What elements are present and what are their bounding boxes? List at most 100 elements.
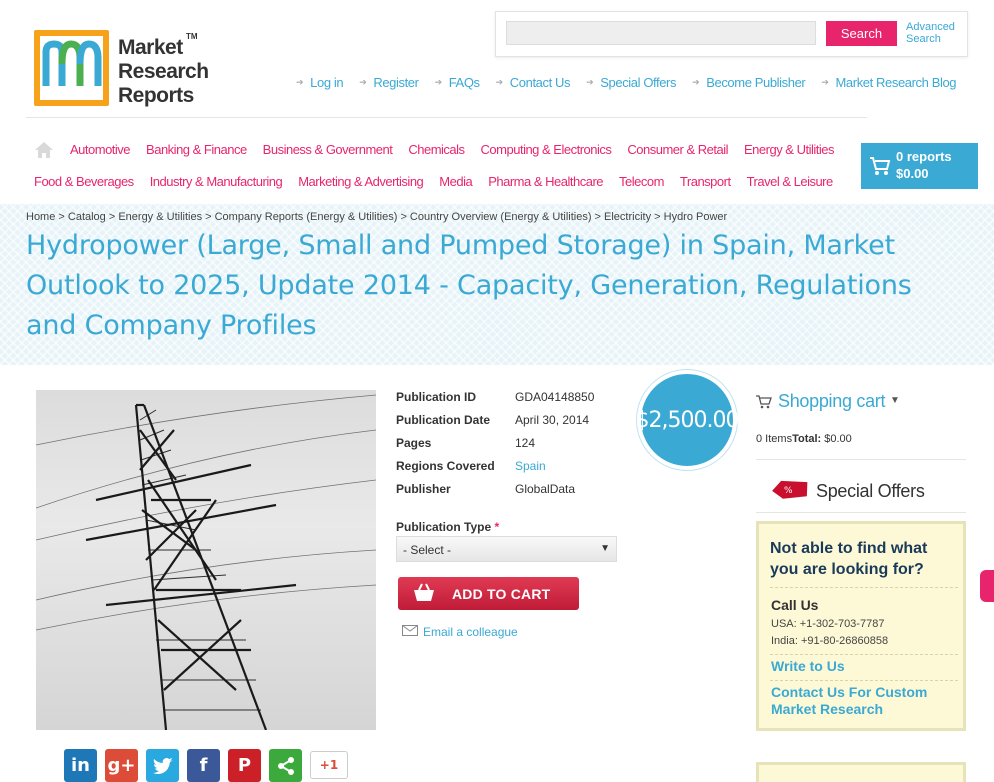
arrow-icon: ➔ (821, 77, 829, 87)
become-publisher-link[interactable]: ➔ Become Publisher (692, 75, 806, 90)
call-us-heading: Call Us (771, 597, 819, 613)
detail-label: Publisher (396, 482, 451, 496)
cart-icon (756, 395, 772, 414)
share-icon[interactable] (269, 749, 302, 782)
site-logo[interactable]: Market Research Reports TM (34, 30, 214, 110)
page-title: Hydropower (Large, Small and Pumped Stor… (26, 230, 912, 341)
sidebar-cart-summary: 0 ItemsTotal: $0.00 (756, 433, 852, 445)
arrow-icon: ➔ (495, 77, 504, 87)
header-cart-button[interactable]: 0 reports $0.00 (861, 143, 978, 189)
twitter-icon[interactable] (146, 749, 179, 782)
price-badge: $2,500.00 (636, 370, 739, 470)
category-food-beverages[interactable]: Food & Beverages (34, 174, 134, 189)
required-mark: * (494, 520, 500, 534)
category-nav-row-2: Food & Beverages Industry & Manufacturin… (34, 174, 849, 189)
category-computing-electronics[interactable]: Computing & Electronics (481, 142, 612, 157)
register-link[interactable]: ➔ Register (359, 75, 419, 90)
detail-value: 124 (515, 436, 536, 450)
arrow-icon: ➔ (586, 77, 594, 87)
logo-wordmark: Market Research Reports (118, 36, 209, 107)
custom-research-link[interactable]: Contact Us For Custom Market Research (771, 684, 961, 718)
google-plus-one-button[interactable]: +1 (310, 751, 348, 779)
sidebar-cart-title: Shopping cart (778, 391, 886, 411)
google-plus-icon[interactable]: g+ (105, 749, 138, 782)
detail-value: GlobalData (515, 482, 576, 496)
caret-down-icon: ▼ (600, 543, 610, 554)
add-to-cart-label: ADD TO CART (452, 586, 551, 602)
write-to-us-link[interactable]: Write to Us (771, 658, 845, 675)
category-media[interactable]: Media (439, 174, 472, 189)
category-travel-leisure[interactable]: Travel & Leisure (747, 174, 834, 189)
logo-m-glyph (40, 34, 102, 103)
category-chemicals[interactable]: Chemicals (408, 142, 465, 157)
special-offers-heading[interactable]: % Special Offers (770, 478, 925, 505)
logo-mark (34, 30, 109, 106)
chevron-down-icon: ▼ (890, 395, 900, 406)
logo-trademark: TM (186, 32, 198, 41)
detail-value: GDA04148850 (515, 390, 595, 404)
login-link[interactable]: ➔ Log in (296, 75, 344, 90)
phone-india: India: +91-80-26860858 (771, 635, 889, 647)
select-value: - Select - (403, 543, 452, 557)
price-tag-icon: % (770, 478, 812, 505)
category-energy-utilities[interactable]: Energy & Utilities (744, 142, 834, 157)
category-pharma-healthcare[interactable]: Pharma & Healthcare (488, 174, 603, 189)
cart-report-count: 0 reports (896, 149, 952, 164)
detail-label: Publication Date (396, 413, 491, 427)
search-panel: Search Advanced Search (495, 11, 968, 57)
publication-type-label: Publication Type * (396, 520, 500, 534)
category-automotive[interactable]: Automotive (70, 142, 131, 157)
blog-link[interactable]: ➔ Market Research Blog (821, 75, 956, 90)
category-transport[interactable]: Transport (680, 174, 731, 189)
detail-value: April 30, 2014 (515, 413, 590, 427)
cart-icon (869, 156, 891, 179)
sidebar-box (756, 762, 966, 782)
publication-type-select[interactable]: - Select - ▼ (396, 536, 617, 562)
arrow-icon: ➔ (434, 77, 443, 87)
basket-icon (412, 583, 436, 606)
home-icon[interactable] (34, 141, 54, 159)
detail-label: Pages (396, 436, 432, 450)
detail-label: Regions Covered (396, 459, 495, 473)
advanced-search-link[interactable]: Advanced Search (906, 21, 962, 45)
arrow-icon: ➔ (296, 77, 304, 87)
category-banking-finance[interactable]: Banking & Finance (146, 142, 247, 157)
arrow-icon: ➔ (359, 77, 367, 87)
email-colleague-link[interactable]: Email a colleague (402, 625, 518, 639)
region-link[interactable]: Spain (515, 459, 546, 473)
help-divider (770, 654, 958, 655)
category-consumer-retail[interactable]: Consumer & Retail (627, 142, 728, 157)
help-question: Not able to find what you are looking fo… (770, 540, 928, 578)
detail-label: Publication ID (396, 390, 477, 404)
svg-text:%: % (784, 486, 793, 496)
special-offers-link[interactable]: ➔ Special Offers (586, 75, 676, 90)
cart-total: $0.00 (896, 166, 929, 181)
category-telecom[interactable]: Telecom (619, 174, 664, 189)
phone-usa: USA: +1-302-703-7787 (771, 618, 885, 630)
category-business-government[interactable]: Business & Government (263, 142, 393, 157)
help-divider (770, 587, 958, 588)
contact-us-link[interactable]: ➔ Contact Us (495, 75, 571, 90)
pinterest-icon[interactable]: P (228, 749, 261, 782)
feedback-tab[interactable] (980, 570, 994, 602)
sidebar-divider (756, 459, 966, 460)
help-divider (770, 680, 958, 681)
search-input[interactable] (506, 21, 816, 45)
title-banner: Home > Catalog > Energy & Utilities > Co… (0, 204, 994, 365)
help-box: Not able to find what you are looking fo… (756, 521, 966, 731)
category-nav-row-1: Automotive Banking & Finance Business & … (70, 142, 850, 157)
product-image (36, 390, 376, 730)
social-share-bar: in g+ f P +1 (64, 749, 356, 782)
linkedin-icon[interactable]: in (64, 749, 97, 782)
search-button[interactable]: Search (826, 21, 897, 46)
sidebar-divider (756, 512, 966, 513)
add-to-cart-button[interactable]: ADD TO CART (398, 577, 579, 610)
category-industry-manufacturing[interactable]: Industry & Manufacturing (150, 174, 283, 189)
top-links: ➔ Log in ➔ Register ➔ FAQs ➔ Contact Us ➔ Spe… (296, 75, 972, 90)
breadcrumb[interactable]: Home > Catalog > Energy & Utilities > Co… (26, 211, 727, 223)
faqs-link[interactable]: ➔ FAQs (435, 75, 480, 90)
header-divider (26, 117, 867, 118)
arrow-icon: ➔ (692, 77, 700, 87)
category-marketing-advertising[interactable]: Marketing & Advertising (298, 174, 424, 189)
facebook-icon[interactable]: f (187, 749, 220, 782)
